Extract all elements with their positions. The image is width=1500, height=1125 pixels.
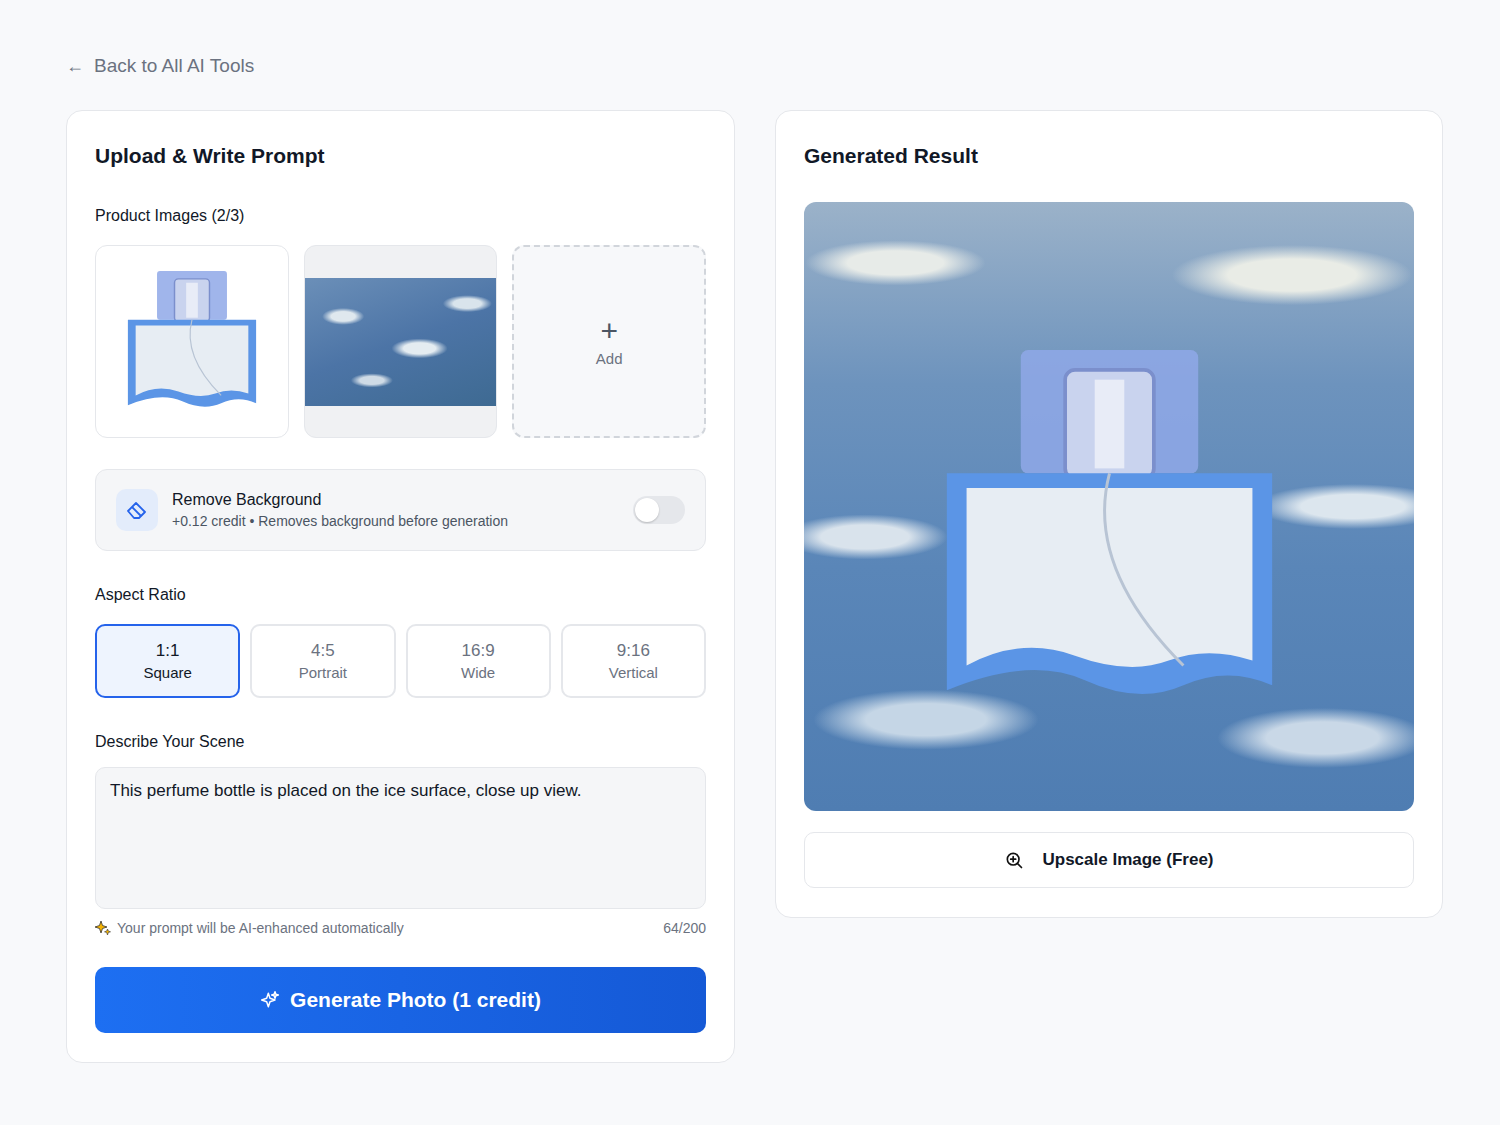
toggle-knob — [635, 498, 659, 522]
panel-title: Upload & Write Prompt — [95, 142, 706, 170]
aspect-ratio-label: Aspect Ratio — [95, 584, 706, 606]
ratio-label: Wide — [461, 664, 495, 681]
prompt-hint: Your prompt will be AI-enhanced automati… — [117, 919, 404, 937]
ratio-label: Square — [143, 664, 191, 681]
back-link-label: Back to All AI Tools — [94, 55, 254, 77]
page: ← Back to All AI Tools Upload & Write Pr… — [0, 0, 1500, 1063]
result-panel: Generated Result Upscale Image (Free) — [775, 110, 1443, 918]
zoom-in-icon — [1004, 850, 1024, 870]
panel-title: Generated Result — [804, 142, 1414, 170]
scene-label: Describe Your Scene — [95, 731, 706, 753]
generate-button[interactable]: Generate Photo (1 credit) — [95, 967, 706, 1033]
upload-panel: Upload & Write Prompt Product Images (2/… — [66, 110, 735, 1063]
eraser-icon — [116, 489, 158, 531]
aspect-ratio-options: 1:1 Square4:5 Portrait16:9 Wide9:16 Vert… — [95, 624, 706, 698]
remove-background-subtitle: +0.12 credit • Removes background before… — [172, 511, 619, 531]
upscale-label: Upscale Image (Free) — [1042, 850, 1213, 870]
plus-icon: + — [600, 316, 618, 346]
remove-background-title: Remove Background — [172, 489, 619, 511]
perfume-bottle-icon — [124, 269, 260, 415]
remove-background-row: Remove Background +0.12 credit • Removes… — [95, 469, 706, 551]
aspect-ratio-option[interactable]: 1:1 Square — [95, 624, 240, 698]
aspect-ratio-option[interactable]: 4:5 Portrait — [250, 624, 395, 698]
cards: Upload & Write Prompt Product Images (2/… — [66, 110, 1500, 1063]
ratio-value: 4:5 — [311, 641, 335, 661]
ratio-value: 9:16 — [617, 641, 650, 661]
sparkle-icon — [95, 920, 111, 936]
char-count: 64/200 — [663, 919, 706, 937]
ratio-value: 16:9 — [462, 641, 495, 661]
sparkle-icon — [260, 990, 280, 1010]
ratio-value: 1:1 — [156, 641, 180, 661]
upscale-button[interactable]: Upscale Image (Free) — [804, 832, 1414, 888]
scene-input[interactable] — [95, 767, 706, 909]
images-label: Product Images (2/3) — [95, 205, 706, 227]
remove-background-toggle[interactable] — [633, 496, 685, 524]
back-link[interactable]: ← Back to All AI Tools — [66, 55, 254, 77]
product-image[interactable] — [95, 245, 289, 438]
image-list: + Add — [95, 245, 706, 438]
add-label: Add — [596, 350, 623, 367]
prompt-hint-row: Your prompt will be AI-enhanced automati… — [95, 919, 706, 937]
ice-photo — [305, 278, 497, 406]
ratio-label: Vertical — [609, 664, 658, 681]
aspect-ratio-option[interactable]: 16:9 Wide — [406, 624, 551, 698]
generate-label: Generate Photo (1 credit) — [290, 988, 541, 1012]
aspect-ratio-option[interactable]: 9:16 Vertical — [561, 624, 706, 698]
perfume-bottle-icon — [937, 345, 1282, 715]
generated-image — [804, 202, 1414, 811]
arrow-left-icon: ← — [66, 55, 84, 77]
add-image-button[interactable]: + Add — [512, 245, 706, 438]
texture-image[interactable] — [304, 245, 498, 438]
ratio-label: Portrait — [299, 664, 347, 681]
